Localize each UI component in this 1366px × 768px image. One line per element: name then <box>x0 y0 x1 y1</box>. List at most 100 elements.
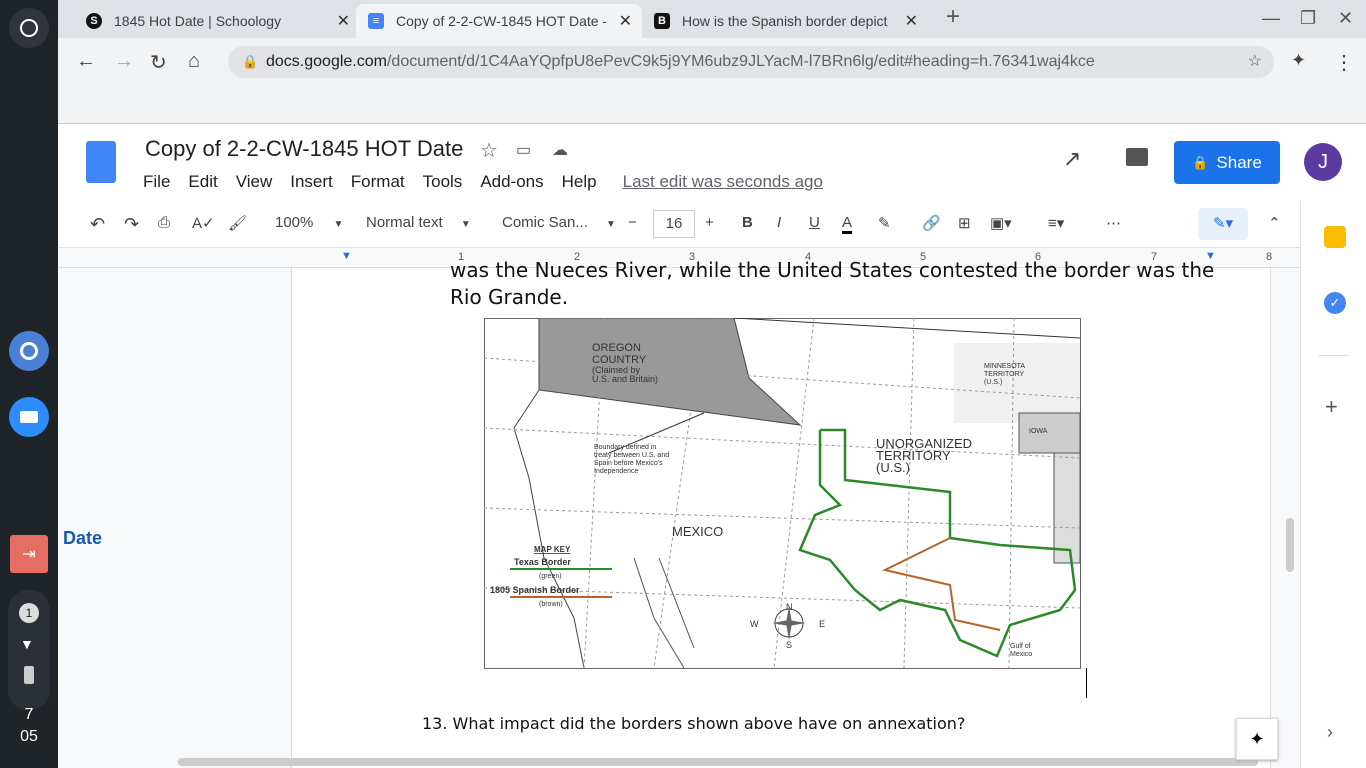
tab-brainly[interactable]: B How is the Spanish border depict ✕ <box>642 4 928 38</box>
bookmark-star-icon[interactable]: ☆ <box>1248 46 1262 78</box>
share-button[interactable]: 🔒 Share <box>1174 141 1280 184</box>
menu-format[interactable]: Format <box>351 172 405 192</box>
docs-logo-icon[interactable] <box>86 141 116 183</box>
paint-format-icon[interactable]: 🖌 <box>228 214 247 232</box>
minimize-button[interactable]: — <box>1262 8 1280 29</box>
close-tab-icon[interactable]: ✕ <box>337 11 350 31</box>
explore-button[interactable]: ✦ <box>1236 718 1278 760</box>
left-indent-handle[interactable]: ▼ <box>341 250 352 262</box>
spellcheck-icon[interactable]: A✓ <box>192 214 215 232</box>
svg-text:S: S <box>786 640 792 650</box>
move-folder-icon[interactable]: ▭ <box>516 140 531 160</box>
map-key-texas: Texas Border <box>514 557 571 567</box>
map-label: IOWA <box>1029 428 1048 435</box>
text-color-button[interactable]: A <box>842 214 853 234</box>
bold-button[interactable]: B <box>742 214 753 231</box>
chrome-app-icon[interactable] <box>9 331 49 371</box>
add-comment-icon[interactable]: ⊞ <box>958 214 971 232</box>
decrease-font-size-button[interactable]: − <box>628 214 637 231</box>
notification-badge[interactable]: 1 <box>19 603 39 623</box>
restore-button[interactable]: ❐ <box>1300 8 1316 29</box>
print-icon[interactable]: ⎙ <box>158 214 170 231</box>
menu-edit[interactable]: Edit <box>188 172 217 192</box>
more-icon[interactable]: ⋯ <box>1106 214 1121 232</box>
close-tab-icon[interactable]: ✕ <box>619 11 632 31</box>
style-select[interactable]: Normal text ▼ <box>366 214 471 231</box>
document-title[interactable]: Copy of 2-2-CW-1845 HOT Date <box>145 136 463 162</box>
increase-font-size-button[interactable]: + <box>705 214 714 231</box>
menu-file[interactable]: File <box>143 172 170 192</box>
launcher-button[interactable] <box>9 8 49 48</box>
docs-header: Copy of 2-2-CW-1845 HOT Date ☆ ▭ ☁ File … <box>58 124 1366 202</box>
map-label: U.S. and Britain) <box>592 374 658 384</box>
menu-bar: File Edit View Insert Format Tools Add-o… <box>143 172 841 192</box>
redo-icon[interactable]: ↷ <box>124 214 139 235</box>
forward-button[interactable]: → <box>114 50 134 73</box>
undo-icon[interactable]: ↶ <box>90 214 105 235</box>
map-label: Boundary defined in <box>594 444 656 451</box>
outline-item-date[interactable]: Date <box>63 528 102 549</box>
ruler-mark: 8 <box>1266 251 1273 263</box>
zoom-app-icon[interactable] <box>9 397 49 437</box>
menu-view[interactable]: View <box>236 172 273 192</box>
tab-docs[interactable]: ≡ Copy of 2-2-CW-1845 HOT Date - ✕ <box>356 4 642 38</box>
star-icon[interactable]: ☆ <box>480 138 498 163</box>
body-text-line[interactable]: Rio Grande. <box>450 285 568 309</box>
add-addon-icon[interactable]: + <box>1325 394 1338 420</box>
side-panel: ✓ + › <box>1300 202 1366 768</box>
menu-addons[interactable]: Add-ons <box>480 172 543 192</box>
extensions-icon[interactable]: ✦ <box>1291 50 1306 71</box>
close-window-button[interactable]: ✕ <box>1338 8 1353 29</box>
underline-button[interactable]: U <box>809 214 820 231</box>
minnesota-area <box>954 343 1080 423</box>
browser-menu-icon[interactable]: ⋮ <box>1334 50 1354 75</box>
menu-help[interactable]: Help <box>562 172 597 192</box>
expand-panel-icon[interactable]: › <box>1327 722 1333 743</box>
map-label: (U.S.) <box>984 379 1002 386</box>
body-text-line[interactable]: was the Nueces River, while the United S… <box>450 258 1214 282</box>
texas-border-map[interactable]: OREGON COUNTRY (Claimed by U.S. and Brit… <box>484 318 1081 669</box>
map-label: Independence <box>594 468 638 475</box>
horizontal-scrollbar[interactable] <box>178 758 1258 766</box>
italic-button[interactable]: I <box>777 214 781 231</box>
tasks-icon[interactable]: ✓ <box>1324 292 1346 314</box>
comments-icon[interactable] <box>1126 148 1148 166</box>
highlight-icon[interactable]: ✎ <box>878 214 891 232</box>
menu-insert[interactable]: Insert <box>290 172 333 192</box>
new-tab-button[interactable]: + <box>946 3 960 31</box>
font-select[interactable]: Comic San... ▼ <box>502 214 616 231</box>
last-edit-link[interactable]: Last edit was seconds ago <box>623 172 823 192</box>
lock-icon: 🔒 <box>1192 154 1209 170</box>
back-button[interactable]: ← <box>76 50 96 73</box>
reload-button[interactable]: ↻ <box>150 50 167 75</box>
font-size-input[interactable]: 16 <box>653 210 695 238</box>
clock-minute: 05 <box>20 728 38 745</box>
map-label: (U.S.) <box>876 460 910 475</box>
question-13[interactable]: 13. What impact did the borders shown ab… <box>422 714 965 733</box>
menu-tools[interactable]: Tools <box>423 172 463 192</box>
map-label: MINNESOTA <box>984 363 1025 370</box>
vertical-scrollbar[interactable] <box>1286 518 1294 572</box>
keep-icon[interactable] <box>1324 226 1346 248</box>
insert-image-icon[interactable]: ▣▾ <box>990 214 1012 232</box>
url-host: docs.google.com <box>266 53 387 70</box>
map-key-title: MAP KEY <box>534 545 571 554</box>
docs-app: Copy of 2-2-CW-1845 HOT Date ☆ ▭ ☁ File … <box>58 124 1366 768</box>
exit-app-icon[interactable]: ⇥ <box>10 535 48 573</box>
tab-schoology[interactable]: S 1845 Hot Date | Schoology ✕ <box>74 4 360 38</box>
link-icon[interactable]: 🔗 <box>922 214 941 232</box>
close-tab-icon[interactable]: ✕ <box>905 11 918 31</box>
svg-text:W: W <box>750 619 759 629</box>
docs-icon: ≡ <box>368 13 384 29</box>
activity-trend-icon[interactable]: ↗ <box>1063 146 1081 172</box>
align-icon[interactable]: ≡▾ <box>1048 214 1064 232</box>
editing-mode-button[interactable]: ✎▾ <box>1198 208 1248 240</box>
home-button[interactable]: ⌂ <box>188 50 200 73</box>
avatar[interactable]: J <box>1304 143 1342 181</box>
map-key-spanish: 1805 Spanish Border <box>490 585 580 595</box>
cloud-status-icon[interactable]: ☁ <box>552 140 568 160</box>
collapse-toolbar-icon[interactable]: ⌃ <box>1268 214 1281 232</box>
share-label: Share <box>1216 152 1262 172</box>
address-bar[interactable]: 🔒 docs.google.com/document/d/1C4AaYQpfpU8… <box>228 46 1274 78</box>
zoom-select[interactable]: 100% ▼ <box>275 214 343 231</box>
